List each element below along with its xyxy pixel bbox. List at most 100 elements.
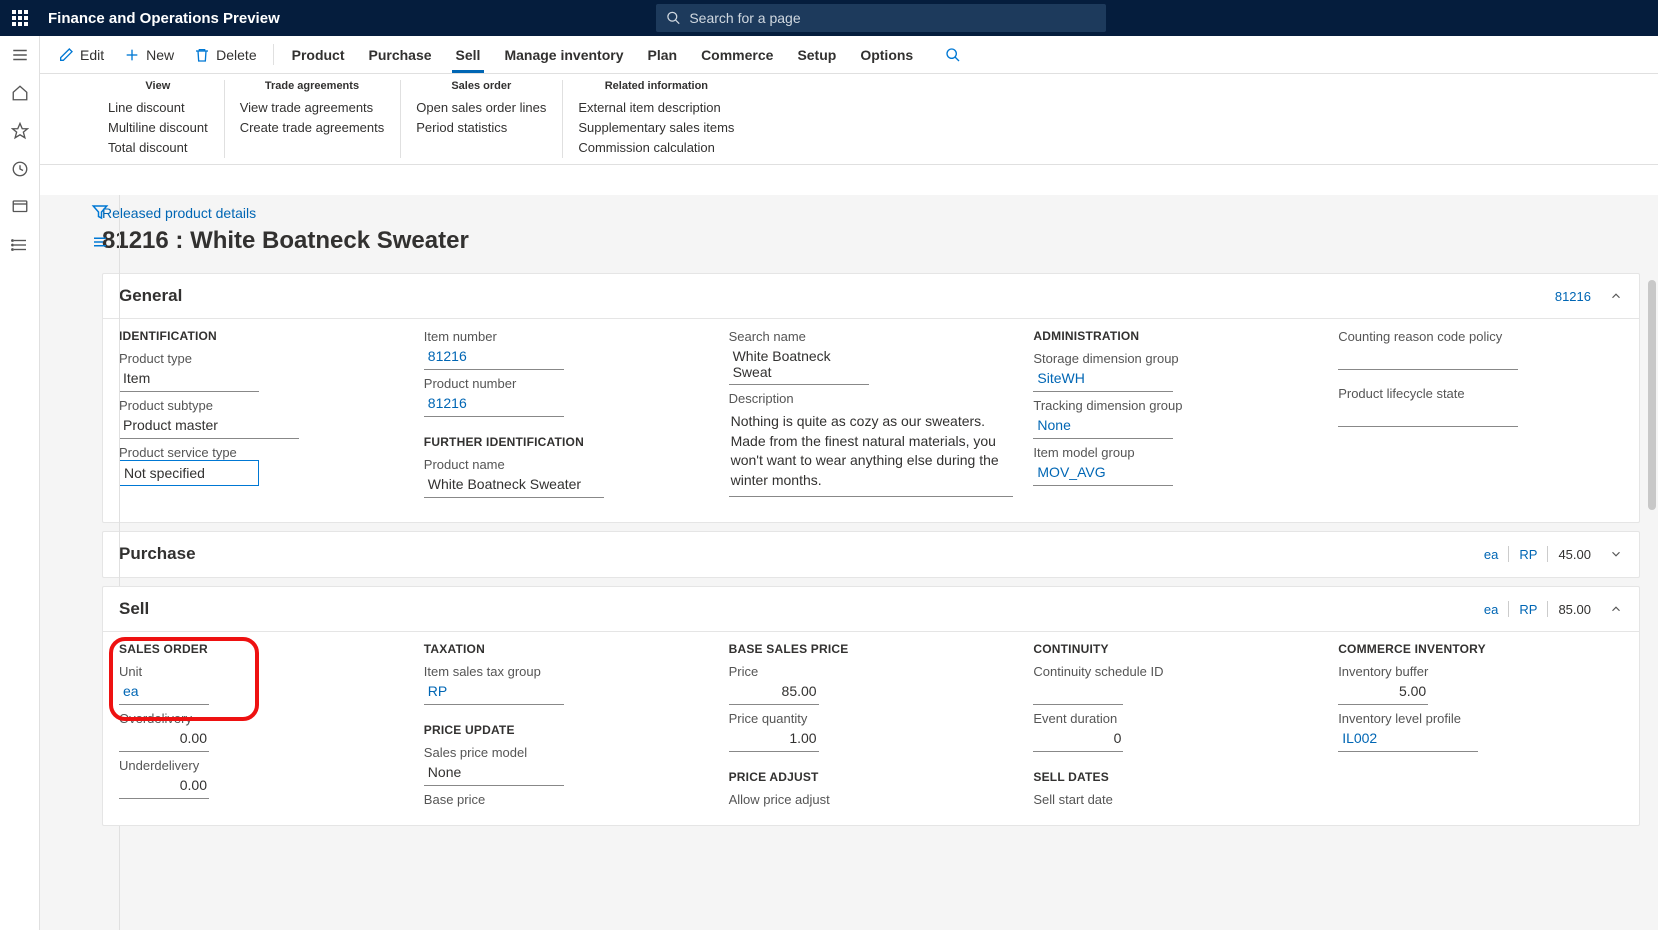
col-administration: ADMINISTRATION Storage dimension group S… <box>1033 329 1318 504</box>
product-name-label: Product name <box>424 457 709 472</box>
item-sales-tax-field[interactable]: RP <box>424 679 564 705</box>
search-input[interactable] <box>689 10 1096 26</box>
search-name-label: Search name <box>729 329 1014 344</box>
base-price-label: Base price <box>424 792 709 807</box>
inventory-buffer-field[interactable]: 5.00 <box>1338 679 1428 705</box>
tab-options[interactable]: Options <box>848 36 925 73</box>
ribbon-total-discount[interactable]: Total discount <box>108 138 208 158</box>
find-button[interactable] <box>935 36 977 73</box>
price-field[interactable]: 85.00 <box>729 679 819 705</box>
item-model-field[interactable]: MOV_AVG <box>1033 460 1173 486</box>
base-sales-price-heading: BASE SALES PRICE <box>729 642 1014 656</box>
underdelivery-field[interactable]: 0.00 <box>119 773 209 799</box>
tab-sell[interactable]: Sell <box>444 36 493 73</box>
breadcrumb[interactable]: Released product details <box>102 205 1640 221</box>
tab-setup[interactable]: Setup <box>785 36 848 73</box>
ribbon-title-view: View <box>108 80 208 92</box>
purchase-header-group: RP <box>1511 547 1545 562</box>
ribbon-title-salesorder: Sales order <box>416 80 546 92</box>
list-lines-icon[interactable] <box>91 233 109 251</box>
tab-purchase[interactable]: Purchase <box>357 36 444 73</box>
waffle-icon[interactable] <box>12 10 28 26</box>
overdelivery-label: Overdelivery <box>119 711 404 726</box>
home-icon[interactable] <box>0 74 40 112</box>
general-header-tag[interactable]: 81216 <box>1547 289 1599 304</box>
lifecycle-field[interactable] <box>1338 401 1518 427</box>
filter-icon[interactable] <box>91 203 109 221</box>
product-number-label: Product number <box>424 376 709 391</box>
search-name-field[interactable]: White Boatneck Sweat <box>729 344 869 385</box>
description-field[interactable]: Nothing is quite as cozy as our sweaters… <box>729 406 1014 497</box>
sell-start-label: Sell start date <box>1033 792 1318 807</box>
card-title-purchase: Purchase <box>119 544 196 564</box>
product-name-field[interactable]: White Boatneck Sweater <box>424 472 604 498</box>
product-type-field[interactable]: Item <box>119 366 259 392</box>
event-duration-label: Event duration <box>1033 711 1318 726</box>
workspaces-icon[interactable] <box>0 188 40 226</box>
ribbon-period-stats[interactable]: Period statistics <box>416 118 546 138</box>
chevron-up-icon <box>1609 602 1623 616</box>
tab-plan[interactable]: Plan <box>635 36 689 73</box>
recent-icon[interactable] <box>0 150 40 188</box>
storage-dim-field[interactable]: SiteWH <box>1033 366 1173 392</box>
ribbon-multiline-discount[interactable]: Multiline discount <box>108 118 208 138</box>
global-search[interactable] <box>656 4 1106 32</box>
chevron-up-icon <box>1609 289 1623 303</box>
col-base-price: BASE SALES PRICE Price 85.00 Price quant… <box>729 642 1014 807</box>
tab-manage-inventory[interactable]: Manage inventory <box>492 36 635 73</box>
edit-button[interactable]: Edit <box>48 36 114 73</box>
tab-commerce[interactable]: Commerce <box>689 36 785 73</box>
underdelivery-label: Underdelivery <box>119 758 404 773</box>
unit-field[interactable]: ea <box>119 679 209 705</box>
card-header-purchase[interactable]: Purchase ea RP 45.00 <box>103 532 1639 577</box>
overdelivery-field[interactable]: 0.00 <box>119 726 209 752</box>
scrollbar[interactable] <box>1648 280 1656 510</box>
card-header-general[interactable]: General 81216 <box>103 274 1639 319</box>
ribbon-group-related: Related information External item descri… <box>562 80 750 158</box>
item-number-label: Item number <box>424 329 709 344</box>
price-label: Price <box>729 664 1014 679</box>
ribbon-supp-sales[interactable]: Supplementary sales items <box>578 118 734 138</box>
taxation-heading: TAXATION <box>424 642 709 656</box>
product-number-field[interactable]: 81216 <box>424 391 564 417</box>
price-qty-field[interactable]: 1.00 <box>729 726 819 752</box>
counting-reason-label: Counting reason code policy <box>1338 329 1623 344</box>
identification-heading: IDENTIFICATION <box>119 329 404 343</box>
event-duration-field[interactable]: 0 <box>1033 726 1123 752</box>
product-subtype-field[interactable]: Product master <box>119 413 299 439</box>
counting-reason-field[interactable] <box>1338 344 1518 370</box>
sell-dates-heading: SELL DATES <box>1033 770 1318 784</box>
hamburger-icon[interactable] <box>0 36 40 74</box>
ribbon-view-trade[interactable]: View trade agreements <box>240 98 385 118</box>
storage-dim-label: Storage dimension group <box>1033 351 1318 366</box>
ribbon-ext-item-desc[interactable]: External item description <box>578 98 734 118</box>
sales-price-model-field[interactable]: None <box>424 760 564 786</box>
new-button[interactable]: New <box>114 36 184 73</box>
favorites-icon[interactable] <box>0 112 40 150</box>
tracking-dim-field[interactable]: None <box>1033 413 1173 439</box>
sales-price-model-label: Sales price model <box>424 745 709 760</box>
sell-header-unit: ea <box>1476 602 1506 617</box>
card-header-sell[interactable]: Sell ea RP 85.00 <box>103 587 1639 632</box>
inventory-level-field[interactable]: IL002 <box>1338 726 1478 752</box>
price-qty-label: Price quantity <box>729 711 1014 726</box>
col-misc: Counting reason code policy Product life… <box>1338 329 1623 504</box>
ribbon-create-trade[interactable]: Create trade agreements <box>240 118 385 138</box>
tab-product[interactable]: Product <box>280 36 357 73</box>
continuity-sched-field[interactable] <box>1033 679 1123 705</box>
sales-order-heading: SALES ORDER <box>119 642 404 656</box>
delete-button[interactable]: Delete <box>184 36 266 73</box>
product-service-type-field[interactable]: Not specified <box>119 460 259 486</box>
item-number-field[interactable]: 81216 <box>424 344 564 370</box>
item-model-label: Item model group <box>1033 445 1318 460</box>
ribbon-commission[interactable]: Commission calculation <box>578 138 734 158</box>
modules-icon[interactable] <box>0 226 40 264</box>
ribbon-line-discount[interactable]: Line discount <box>108 98 208 118</box>
ribbon-group-trade: Trade agreements View trade agreements C… <box>224 80 401 158</box>
sell-header-price: 85.00 <box>1550 602 1599 617</box>
lifecycle-label: Product lifecycle state <box>1338 386 1623 401</box>
tracking-dim-label: Tracking dimension group <box>1033 398 1318 413</box>
ribbon-open-so-lines[interactable]: Open sales order lines <box>416 98 546 118</box>
col-identification: IDENTIFICATION Product type Item Product… <box>119 329 404 504</box>
ribbon-title-related: Related information <box>578 80 734 92</box>
